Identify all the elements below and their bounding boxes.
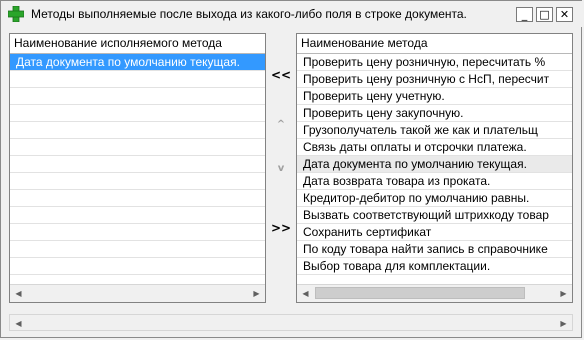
list-item[interactable]: Проверить цену учетную. — [297, 88, 572, 105]
list-item[interactable]: Проверить цену розничную с НсП, пересчит — [297, 71, 572, 88]
executed-methods-header[interactable]: Наименование исполняемого метода — [10, 34, 265, 54]
move-right-all-button[interactable]: >> — [267, 221, 295, 235]
list-item[interactable]: Грузополучатель такой же как и плательщ — [297, 122, 572, 139]
list-item[interactable]: Проверить цену розничную, пересчитать % — [297, 54, 572, 71]
list-item[interactable] — [10, 258, 265, 275]
minimize-button[interactable]: _ — [516, 7, 533, 22]
list-item[interactable] — [10, 105, 265, 122]
executed-methods-list[interactable]: Наименование исполняемого метода Дата до… — [9, 33, 266, 303]
list-item[interactable]: Кредитор-дебитор по умолчанию равны. — [297, 190, 572, 207]
list-item[interactable]: Сохранить сертификат — [297, 224, 572, 241]
triangle-right-icon[interactable]: ▶ — [248, 285, 265, 302]
list-item[interactable] — [10, 88, 265, 105]
move-left-all-button[interactable]: << — [267, 68, 295, 82]
green-cross-icon — [8, 6, 24, 22]
list-item[interactable]: Выбор товара для комплектации. — [297, 258, 572, 275]
window-title: Методы выполняемые после выхода из каког… — [31, 7, 467, 21]
triangle-left-icon[interactable]: ◀ — [10, 315, 27, 332]
triangle-left-icon[interactable]: ◀ — [10, 285, 27, 302]
triangle-right-icon[interactable]: ▶ — [555, 285, 572, 302]
list-item[interactable] — [10, 207, 265, 224]
dialog-window: Методы выполняемые после выхода из каког… — [0, 0, 583, 338]
move-down-button[interactable]: v — [267, 163, 295, 174]
available-methods-rows: Проверить цену розничную, пересчитать % П… — [297, 54, 572, 281]
bottom-horizontal-scrollbar[interactable]: ◀ ▶ — [9, 314, 573, 331]
left-horizontal-scrollbar[interactable]: ◀ ▶ — [10, 284, 265, 302]
right-horizontal-scrollbar[interactable]: ◀ ▶ — [297, 284, 572, 302]
list-item[interactable] — [10, 224, 265, 241]
list-item[interactable] — [297, 275, 572, 281]
list-item[interactable]: По коду товара найти запись в справочник… — [297, 241, 572, 258]
list-item[interactable]: Дата документа по умолчанию текущая. — [10, 54, 265, 71]
list-item[interactable] — [10, 139, 265, 156]
list-item[interactable]: Связь даты оплаты и отсрочки платежа. — [297, 139, 572, 156]
available-methods-header[interactable]: Наименование метода — [297, 34, 572, 54]
list-item[interactable]: Дата возврата товара из проката. — [297, 173, 572, 190]
list-item[interactable]: Проверить цену закупочную. — [297, 105, 572, 122]
list-item[interactable] — [10, 190, 265, 207]
list-item[interactable] — [10, 156, 265, 173]
triangle-right-icon[interactable]: ▶ — [555, 315, 572, 332]
title-bar[interactable]: Методы выполняемые после выхода из каког… — [1, 1, 583, 27]
move-up-button[interactable]: ^ — [267, 119, 295, 130]
executed-methods-rows: Дата документа по умолчанию текущая. — [10, 54, 265, 292]
close-button[interactable]: ✕ — [556, 7, 573, 22]
available-methods-list[interactable]: Наименование метода Проверить цену розни… — [296, 33, 573, 303]
scrollbar-thumb[interactable] — [315, 287, 525, 299]
list-item[interactable] — [10, 71, 265, 88]
list-item[interactable] — [10, 122, 265, 139]
list-item[interactable] — [10, 173, 265, 190]
list-item[interactable]: Дата документа по умолчанию текущая. — [297, 156, 572, 173]
list-item[interactable] — [10, 241, 265, 258]
transfer-buttons: << ^ v >> — [267, 33, 295, 303]
triangle-left-icon[interactable]: ◀ — [297, 285, 314, 302]
list-item[interactable]: Вызвать соответствующий штрихкоду товар — [297, 207, 572, 224]
maximize-button[interactable]: □ — [536, 7, 553, 22]
